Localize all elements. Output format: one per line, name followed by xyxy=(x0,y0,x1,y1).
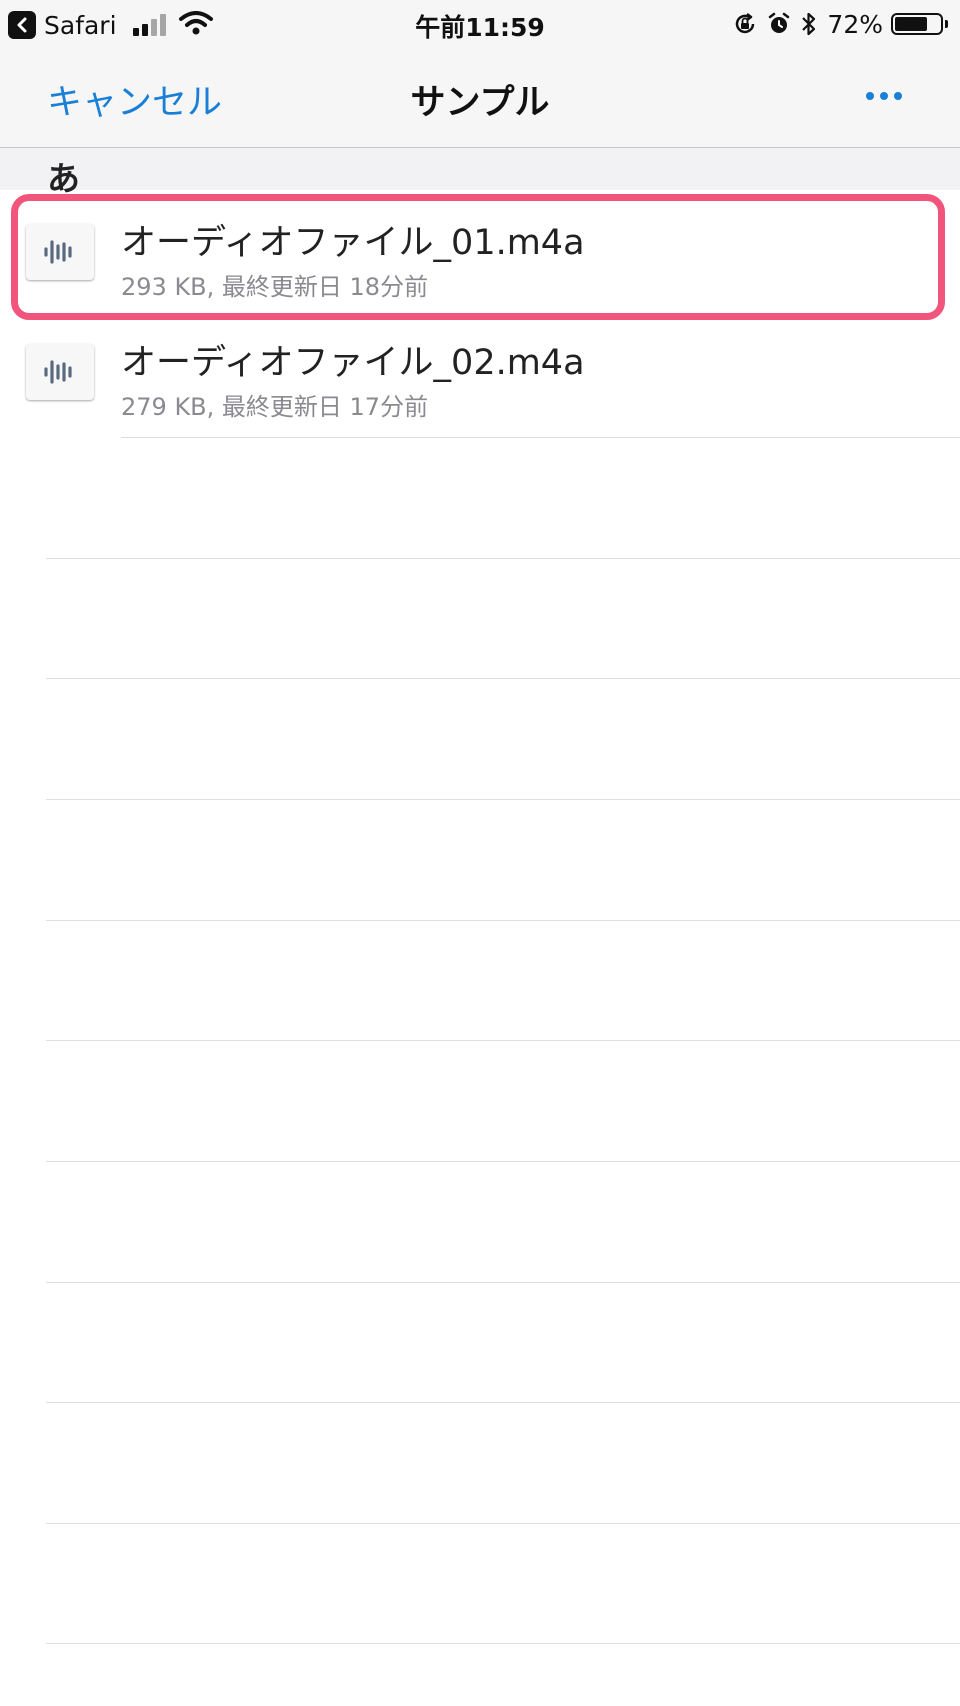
empty-row-separator xyxy=(46,1643,960,1644)
file-meta: 279 KB, 最終更新日 17分前 xyxy=(121,393,429,421)
bluetooth-icon xyxy=(801,11,817,37)
empty-row-separator xyxy=(46,1523,960,1524)
battery-fill xyxy=(895,17,927,31)
empty-row-separator xyxy=(46,920,960,921)
empty-row-separator xyxy=(46,1402,960,1403)
row-separator xyxy=(121,437,960,438)
section-index-label: あ xyxy=(47,159,80,198)
file-row-audio-01[interactable]: オーディオファイル_01.m4a 293 KB, 最終更新日 18分前 xyxy=(0,194,960,314)
audio-waveform-icon xyxy=(26,224,94,280)
status-bar: Safari 午前11:59 72% xyxy=(0,0,960,48)
empty-row-separator xyxy=(46,799,960,800)
file-row-audio-02[interactable]: オーディオファイル_02.m4a 279 KB, 最終更新日 17分前 xyxy=(0,314,960,434)
more-options-icon[interactable] xyxy=(860,92,902,100)
battery-icon xyxy=(891,13,948,35)
empty-row-separator xyxy=(46,678,960,679)
empty-row-separator xyxy=(46,1040,960,1041)
empty-row-separator xyxy=(46,558,960,559)
empty-row-separator xyxy=(46,1282,960,1283)
status-right: 72% xyxy=(723,9,948,39)
navigation-bar: キャンセル サンプル xyxy=(0,48,960,148)
file-meta: 293 KB, 最終更新日 18分前 xyxy=(121,273,429,301)
section-header: あ xyxy=(0,148,960,198)
file-name: オーディオファイル_02.m4a xyxy=(121,343,585,383)
page-title: サンプル xyxy=(410,83,550,123)
file-name: オーディオファイル_01.m4a xyxy=(121,223,585,263)
battery-percent: 72% xyxy=(827,9,883,39)
audio-waveform-icon xyxy=(26,344,94,400)
empty-row-separator xyxy=(46,1161,960,1162)
rotation-lock-icon xyxy=(733,12,757,36)
alarm-icon xyxy=(767,12,791,36)
